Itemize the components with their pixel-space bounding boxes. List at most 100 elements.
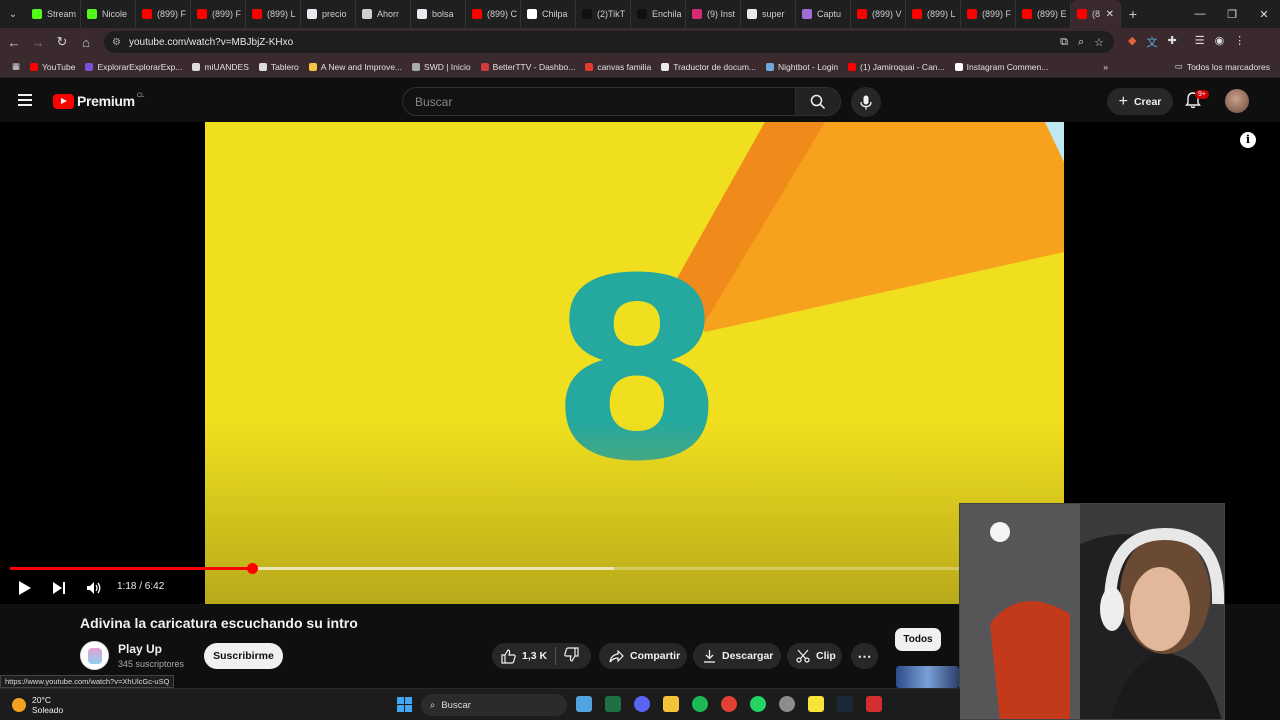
browser-tab-strip: ⌄ Stream Nicole (899) F (899) F (899) L preci… (0, 0, 1280, 28)
home-icon[interactable]: ⌂ (74, 35, 98, 50)
bookmark-item[interactable]: Tablero (258, 62, 299, 72)
progress-bar[interactable] (10, 563, 960, 574)
sticky-notes-icon[interactable] (808, 696, 824, 712)
whatsapp-icon[interactable] (750, 696, 766, 712)
browser-tab[interactable]: super (741, 0, 796, 28)
search-input[interactable]: Buscar (402, 87, 796, 116)
notepad-icon[interactable] (576, 696, 592, 712)
extensions-puzzle-icon[interactable]: ✚ (1167, 34, 1176, 50)
bookmark-item[interactable]: SWD | Inicio (412, 62, 471, 72)
bookmark-item[interactable]: (1) Jamiroquai - Can... (848, 62, 945, 72)
browser-tab[interactable]: (899) F (191, 0, 246, 28)
close-window-icon[interactable]: ✕ (1248, 8, 1280, 21)
bookmark-item[interactable]: miUANDES (192, 62, 249, 72)
more-bookmarks-icon[interactable]: » (1103, 62, 1108, 72)
taskbar-search[interactable]: ⌕ Buscar (421, 694, 567, 716)
browser-tab[interactable]: Chilpa (521, 0, 576, 28)
more-actions-icon[interactable]: ⋯ (851, 643, 878, 669)
clip-label: Clip (816, 650, 836, 662)
browser-tab[interactable]: Enchila (631, 0, 686, 28)
create-button[interactable]: + Crear (1107, 88, 1173, 115)
browser-tab[interactable]: (899) C (466, 0, 521, 28)
browser-tab[interactable]: (2)TikT (576, 0, 631, 28)
tab-active[interactable]: (8 ✕ (1071, 0, 1121, 28)
cast-icon[interactable]: ⧉ (1060, 36, 1068, 49)
browser-tab[interactable]: (9) Inst (686, 0, 741, 28)
extension-translate-icon[interactable]: 文 (1146, 34, 1157, 50)
play-button[interactable] (18, 578, 32, 598)
all-bookmarks-button[interactable]: ▭ Todos los marcadores (1163, 61, 1270, 72)
forward-icon[interactable]: → (26, 35, 50, 50)
tab-favicon-icon (472, 9, 482, 19)
bookmark-item[interactable]: ExplorarExplorarExp... (85, 62, 182, 72)
clip-button[interactable]: Clip (787, 643, 842, 669)
bookmark-item[interactable]: canvas familia (585, 62, 651, 72)
reading-list-icon[interactable]: ☰ (1195, 34, 1205, 50)
zoom-icon[interactable]: ⌕ (1078, 36, 1084, 49)
address-bar[interactable]: ⚙ youtube.com/watch?v=MBJbjZ-KHxo ⧉ ⌕ ☆ (104, 31, 1114, 53)
channel-name[interactable]: Play Up (118, 642, 162, 656)
browser-tab[interactable]: (899) V (851, 0, 906, 28)
browser-tab[interactable]: Ahorr (356, 0, 411, 28)
back-icon[interactable]: ← (2, 35, 26, 50)
close-tab-icon[interactable]: ✕ (1106, 9, 1114, 20)
bookmark-item[interactable]: Traductor de docum... (661, 62, 756, 72)
spotify-icon[interactable] (692, 696, 708, 712)
voice-search-button[interactable] (851, 87, 881, 117)
bookmark-item[interactable]: YouTube (30, 62, 75, 72)
bookmark-item[interactable]: Nightbot - Login (766, 62, 838, 72)
tab-search-menu-icon[interactable]: ⌄ (0, 0, 26, 28)
channel-avatar[interactable] (80, 641, 109, 670)
browser-tab[interactable]: Stream (26, 0, 81, 28)
account-avatar[interactable] (1225, 89, 1249, 113)
browser-tab[interactable]: bolsa (411, 0, 466, 28)
volume-button[interactable] (86, 578, 102, 598)
browser-tab[interactable]: (899) L (246, 0, 301, 28)
chrome-icon[interactable] (721, 696, 737, 712)
search-button[interactable] (795, 87, 841, 116)
youtube-logo[interactable]: Premium CL (53, 93, 144, 109)
browser-tab[interactable]: Captu (796, 0, 851, 28)
dislike-button[interactable] (564, 647, 585, 665)
subscribe-button[interactable]: Suscribirme (204, 643, 283, 669)
chrome-menu-icon[interactable]: ⋮ (1234, 34, 1245, 50)
windows-start-icon[interactable] (397, 697, 412, 712)
recommended-thumbnail[interactable] (896, 666, 959, 688)
bookmark-item[interactable]: BetterTTV - Dashbo... (480, 62, 575, 72)
chip-todos[interactable]: Todos (895, 628, 941, 651)
browser-tab[interactable]: (899) E (1016, 0, 1071, 28)
browser-tab[interactable]: (899) F (136, 0, 191, 28)
browser-tab[interactable]: precio (301, 0, 356, 28)
reload-icon[interactable]: ↻ (50, 34, 74, 50)
steam-icon[interactable] (837, 696, 853, 712)
excel-icon[interactable] (605, 696, 621, 712)
restore-icon[interactable]: ❐ (1216, 8, 1248, 21)
bookmark-item[interactable]: Instagram Commen... (954, 62, 1048, 72)
acrobat-icon[interactable] (866, 696, 882, 712)
minimize-icon[interactable]: — (1184, 8, 1216, 21)
share-button[interactable]: Compartir (599, 643, 687, 669)
discord-icon[interactable] (634, 696, 650, 712)
address-url: youtube.com/watch?v=MBJbjZ-KHxo (128, 36, 294, 48)
bookmark-star-icon[interactable]: ☆ (1094, 36, 1104, 49)
guide-menu-icon[interactable] (18, 94, 32, 109)
download-button[interactable]: Descargar (693, 643, 781, 669)
new-tab-button[interactable]: + (1121, 6, 1145, 22)
bookmark-item[interactable]: A New and Improve... (308, 62, 402, 72)
next-button[interactable] (52, 578, 66, 598)
browser-tab[interactable]: Nicole (81, 0, 136, 28)
file-explorer-icon[interactable] (663, 696, 679, 712)
apps-grid-icon[interactable]: ▦ (12, 61, 20, 72)
browser-tab[interactable]: (899) F (961, 0, 1016, 28)
site-info-icon[interactable]: ⚙ (112, 37, 121, 48)
like-button[interactable]: 1,3 K (501, 648, 547, 664)
extension-fox-icon[interactable]: ◆ (1128, 34, 1136, 50)
tab-favicon-icon (912, 9, 922, 19)
profile-icon[interactable]: ◉ (1215, 34, 1225, 50)
info-icon[interactable]: i (1240, 132, 1256, 148)
all-bookmarks-label: Todos los marcadores (1186, 61, 1270, 72)
folder-icon: ▭ (1174, 61, 1183, 71)
weather-widget[interactable]: 20°C Soleado (12, 695, 63, 715)
browser-tab[interactable]: (899) L (906, 0, 961, 28)
settings-app-icon[interactable] (779, 696, 795, 712)
